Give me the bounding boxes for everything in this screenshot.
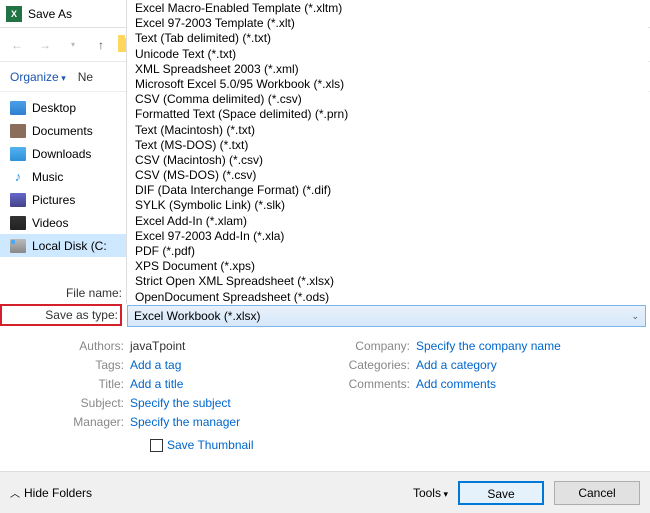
filetype-option[interactable]: CSV (Comma delimited) (*.csv) bbox=[131, 92, 644, 107]
filetype-option[interactable]: CSV (Macintosh) (*.csv) bbox=[131, 153, 644, 168]
title-label: Title: bbox=[44, 377, 130, 391]
chevron-down-icon: ⌄ bbox=[631, 311, 639, 322]
sidebar: Desktop Documents Downloads ♪ Music Pictu… bbox=[0, 92, 126, 261]
filetype-option[interactable]: Text (MS-DOS) (*.txt) bbox=[131, 138, 644, 153]
filetype-option[interactable]: Unicode Text (*.txt) bbox=[131, 47, 644, 62]
authors-value[interactable]: javaTpoint bbox=[130, 339, 185, 353]
filetype-option[interactable]: SYLK (Symbolic Link) (*.slk) bbox=[131, 198, 644, 213]
saveastype-label: Save as type: bbox=[0, 304, 122, 326]
new-folder-button[interactable]: Ne bbox=[78, 70, 93, 84]
downloads-icon bbox=[10, 147, 26, 161]
sidebar-item-music[interactable]: ♪ Music bbox=[10, 165, 126, 188]
filetype-option[interactable]: CSV (MS-DOS) (*.csv) bbox=[131, 168, 644, 183]
sidebar-item-label: Music bbox=[32, 170, 63, 184]
filetype-option[interactable]: Excel Macro-Enabled Template (*.xltm) bbox=[131, 1, 644, 16]
music-icon: ♪ bbox=[10, 170, 26, 184]
subject-value[interactable]: Specify the subject bbox=[130, 396, 231, 410]
filetype-option[interactable]: Strict Open XML Spreadsheet (*.xlsx) bbox=[131, 274, 644, 289]
authors-label: Authors: bbox=[44, 339, 130, 353]
hide-folders-label: Hide Folders bbox=[24, 486, 92, 500]
manager-value[interactable]: Specify the manager bbox=[130, 415, 240, 429]
checkbox-icon bbox=[150, 439, 163, 452]
filetype-option[interactable]: Text (Tab delimited) (*.txt) bbox=[131, 31, 644, 46]
sidebar-item-label: Local Disk (C: bbox=[32, 239, 107, 253]
hide-folders-button[interactable]: ︿ Hide Folders bbox=[10, 485, 92, 500]
sidebar-item-label: Pictures bbox=[32, 193, 75, 207]
footer: ︿ Hide Folders Tools Save Cancel bbox=[0, 471, 650, 513]
filename-label: File name: bbox=[0, 282, 122, 304]
save-thumbnail-label: Save Thumbnail bbox=[167, 438, 254, 452]
company-label: Company: bbox=[330, 339, 416, 353]
disk-icon bbox=[10, 239, 26, 253]
company-value[interactable]: Specify the company name bbox=[416, 339, 561, 353]
filetype-option[interactable]: Text (Macintosh) (*.txt) bbox=[131, 123, 644, 138]
filetype-option[interactable]: XML Spreadsheet 2003 (*.xml) bbox=[131, 62, 644, 77]
subject-label: Subject: bbox=[44, 396, 130, 410]
filetype-option[interactable]: Excel Add-In (*.xlam) bbox=[131, 214, 644, 229]
categories-label: Categories: bbox=[330, 358, 416, 372]
videos-icon bbox=[10, 216, 26, 230]
cancel-button[interactable]: Cancel bbox=[554, 481, 640, 505]
sidebar-item-label: Documents bbox=[32, 124, 93, 138]
sidebar-item-documents[interactable]: Documents bbox=[10, 119, 126, 142]
comments-label: Comments: bbox=[330, 377, 416, 391]
filetype-option[interactable]: DIF (Data Interchange Format) (*.dif) bbox=[131, 183, 644, 198]
filetype-dropdown-list[interactable]: Excel Macro-Enabled Template (*.xltm) Ex… bbox=[126, 0, 648, 304]
filetype-option[interactable]: OpenDocument Spreadsheet (*.ods) bbox=[131, 290, 644, 304]
excel-icon: X bbox=[6, 6, 22, 22]
chevron-up-icon: ︿ bbox=[10, 485, 20, 500]
sidebar-item-label: Videos bbox=[32, 216, 68, 230]
tags-value[interactable]: Add a tag bbox=[130, 358, 181, 372]
tags-label: Tags: bbox=[44, 358, 130, 372]
tools-menu[interactable]: Tools bbox=[413, 486, 448, 500]
sidebar-item-downloads[interactable]: Downloads bbox=[10, 142, 126, 165]
manager-label: Manager: bbox=[44, 415, 130, 429]
sidebar-item-label: Desktop bbox=[32, 101, 76, 115]
window-title: Save As bbox=[28, 7, 72, 21]
forward-button[interactable]: → bbox=[34, 34, 56, 56]
title-value[interactable]: Add a title bbox=[130, 377, 183, 391]
filetype-option[interactable]: PDF (*.pdf) bbox=[131, 244, 644, 259]
sidebar-item-label: Downloads bbox=[32, 147, 91, 161]
sidebar-item-pictures[interactable]: Pictures bbox=[10, 188, 126, 211]
filetype-option[interactable]: XPS Document (*.xps) bbox=[131, 259, 644, 274]
documents-icon bbox=[10, 124, 26, 138]
saveastype-value: Excel Workbook (*.xlsx) bbox=[134, 309, 260, 323]
pictures-icon bbox=[10, 193, 26, 207]
sidebar-item-desktop[interactable]: Desktop bbox=[10, 96, 126, 119]
comments-value[interactable]: Add comments bbox=[416, 377, 496, 391]
desktop-icon bbox=[10, 101, 26, 115]
categories-value[interactable]: Add a category bbox=[416, 358, 497, 372]
filetype-option[interactable]: Microsoft Excel 5.0/95 Workbook (*.xls) bbox=[131, 77, 644, 92]
sidebar-item-videos[interactable]: Videos bbox=[10, 211, 126, 234]
organize-menu[interactable]: Organize bbox=[10, 70, 66, 84]
filetype-option[interactable]: Formatted Text (Space delimited) (*.prn) bbox=[131, 107, 644, 122]
saveastype-dropdown[interactable]: Excel Workbook (*.xlsx) ⌄ bbox=[127, 305, 646, 327]
filetype-option[interactable]: Excel 97-2003 Add-In (*.xla) bbox=[131, 229, 644, 244]
save-button[interactable]: Save bbox=[458, 481, 544, 505]
save-thumbnail-checkbox[interactable]: Save Thumbnail bbox=[150, 438, 254, 452]
back-button[interactable]: ← bbox=[6, 34, 28, 56]
up-button[interactable]: ↑ bbox=[90, 34, 112, 56]
recent-button[interactable]: ▾ bbox=[62, 34, 84, 56]
sidebar-item-local-disk[interactable]: Local Disk (C: bbox=[0, 234, 126, 257]
filetype-option[interactable]: Excel 97-2003 Template (*.xlt) bbox=[131, 16, 644, 31]
